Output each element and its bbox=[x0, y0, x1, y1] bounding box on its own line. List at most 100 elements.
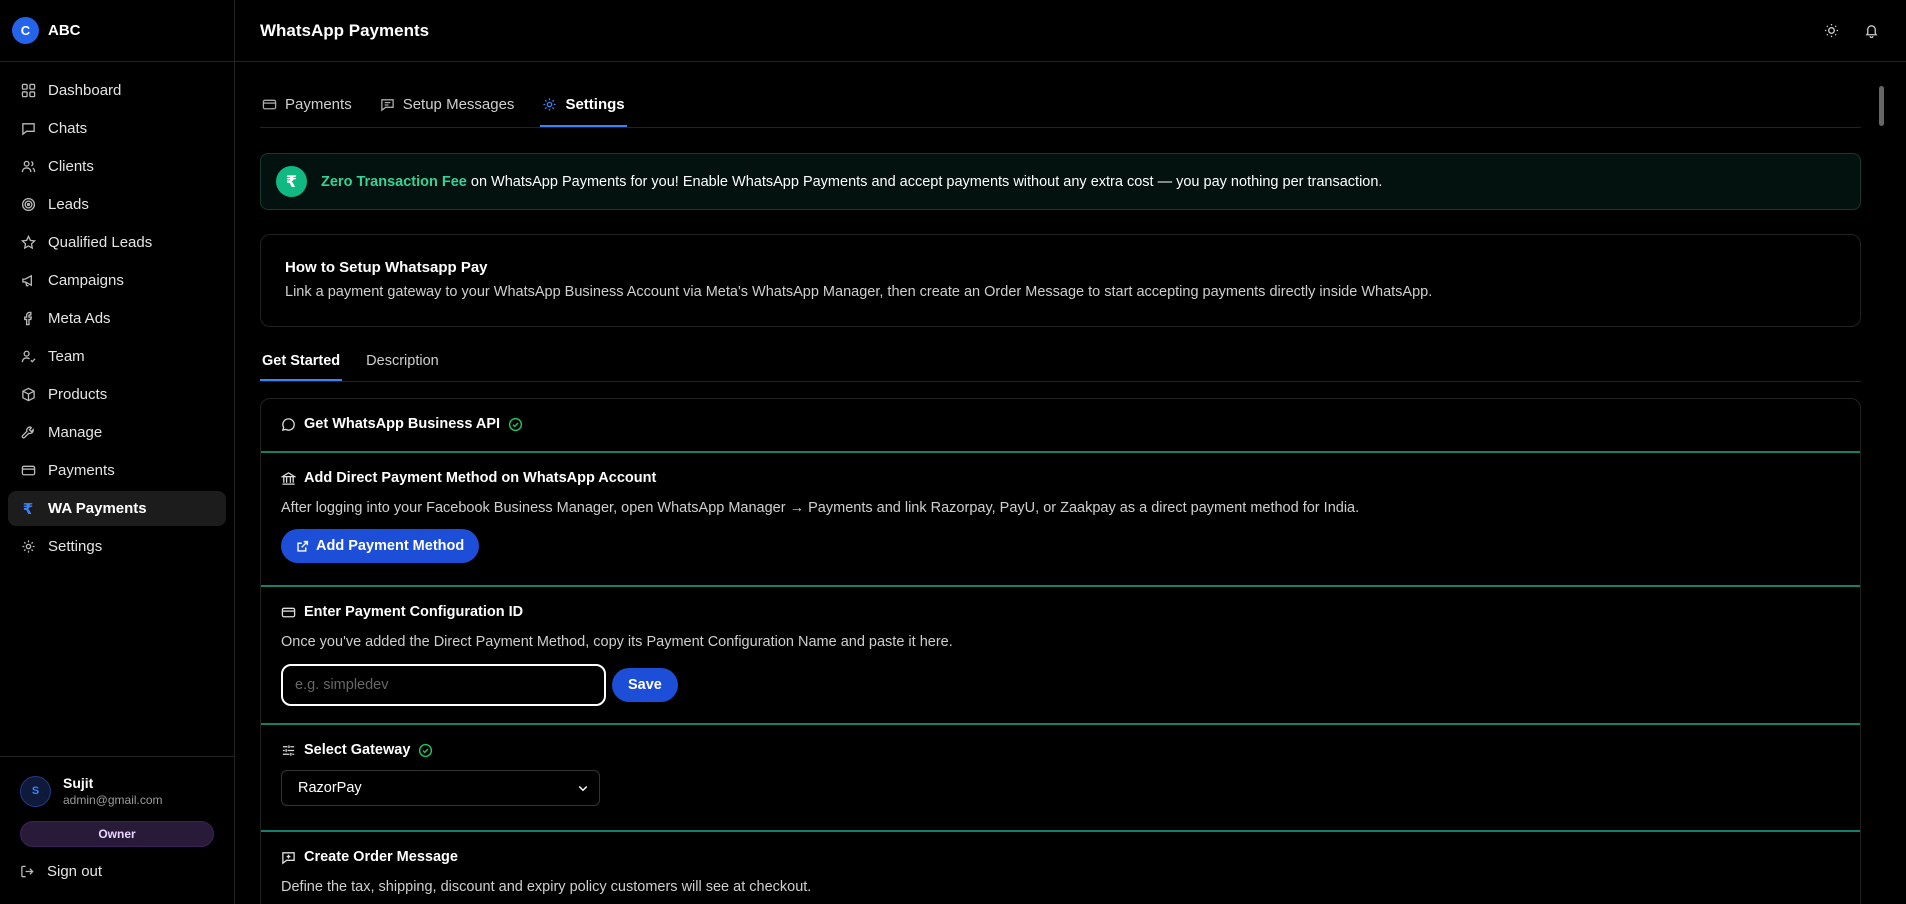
step-add-payment-method: Add Direct Payment Method on WhatsApp Ac… bbox=[261, 453, 1860, 587]
gear-icon bbox=[20, 539, 36, 555]
tab-label: Payments bbox=[285, 96, 352, 113]
step-business-api: Get WhatsApp Business API bbox=[261, 399, 1860, 453]
sidebar-item-team[interactable]: Team bbox=[8, 339, 226, 374]
facebook-icon bbox=[20, 311, 36, 327]
sidebar-item-leads[interactable]: Leads bbox=[8, 187, 226, 222]
brand-name: ABC bbox=[48, 22, 81, 39]
users-icon bbox=[20, 159, 36, 175]
sub-tabs: Get Started Description bbox=[260, 353, 1861, 382]
save-button[interactable]: Save bbox=[612, 668, 678, 702]
scrollbar-thumb[interactable] bbox=[1879, 86, 1884, 126]
tab-payments[interactable]: Payments bbox=[260, 96, 354, 127]
message-icon bbox=[380, 97, 395, 112]
sidebar-item-meta-ads[interactable]: Meta Ads bbox=[8, 301, 226, 336]
tab-settings[interactable]: Settings bbox=[540, 96, 627, 127]
sidebar-item-dashboard[interactable]: Dashboard bbox=[8, 73, 226, 108]
setup-steps: Get WhatsApp Business API Add Direct Pay… bbox=[260, 398, 1861, 904]
howto-card: How to Setup Whatsapp Pay Link a payment… bbox=[260, 234, 1861, 327]
sidebar-item-label: Leads bbox=[48, 196, 89, 213]
gear-icon bbox=[542, 97, 557, 112]
input-placeholder: e.g. simpledev bbox=[295, 677, 389, 693]
sidebar-nav: Dashboard Chats Clients Leads Qualified … bbox=[0, 62, 234, 564]
sidebar-item-products[interactable]: Products bbox=[8, 377, 226, 412]
main-area: WhatsApp Payments Payments Setup Message… bbox=[235, 0, 1906, 904]
check-circle-icon bbox=[508, 417, 523, 432]
content: Payments Setup Messages Settings ₹ Zero … bbox=[235, 62, 1883, 904]
tab-get-started[interactable]: Get Started bbox=[260, 353, 343, 381]
chevron-down-icon bbox=[577, 782, 589, 794]
top-tabs: Payments Setup Messages Settings bbox=[260, 62, 1861, 128]
user-profile[interactable]: S Sujit admin@gmail.com bbox=[20, 775, 214, 807]
user-name: Sujit bbox=[63, 775, 94, 791]
sidebar-item-label: Manage bbox=[48, 424, 103, 441]
sidebar-item-settings[interactable]: Settings bbox=[8, 529, 226, 564]
sliders-icon bbox=[281, 743, 296, 758]
theme-toggle-sun-icon[interactable] bbox=[1821, 21, 1841, 41]
sidebar-item-manage[interactable]: Manage bbox=[8, 415, 226, 450]
notification-bell-icon[interactable] bbox=[1861, 21, 1881, 41]
chat-bubble-icon bbox=[281, 417, 296, 432]
tab-label: Settings bbox=[565, 96, 625, 113]
message-plus-icon bbox=[281, 850, 296, 865]
gateway-selected: RazorPay bbox=[298, 780, 362, 796]
sidebar-item-label: Clients bbox=[48, 158, 94, 175]
role-badge: Owner bbox=[20, 821, 214, 847]
sidebar-item-label: Dashboard bbox=[48, 82, 122, 99]
step-description: Define the tax, shipping, discount and e… bbox=[281, 879, 812, 895]
external-link-icon bbox=[296, 540, 309, 553]
sidebar-item-qualified-leads[interactable]: Qualified Leads bbox=[8, 225, 226, 260]
sidebar-item-wa-payments[interactable]: ₹ WA Payments bbox=[8, 491, 226, 526]
sidebar-item-campaigns[interactable]: Campaigns bbox=[8, 263, 226, 298]
step-payment-config-id: Enter Payment Configuration ID Once you'… bbox=[261, 587, 1860, 725]
sidebar-item-clients[interactable]: Clients bbox=[8, 149, 226, 184]
sidebar-item-label: Campaigns bbox=[48, 272, 124, 289]
logout-icon bbox=[20, 864, 35, 879]
target-icon bbox=[20, 197, 36, 213]
gateway-select[interactable]: RazorPay bbox=[281, 770, 600, 806]
step-title: Select Gateway bbox=[304, 742, 411, 758]
tab-setup-messages[interactable]: Setup Messages bbox=[378, 96, 517, 127]
banner-message: on WhatsApp Payments for you! Enable Wha… bbox=[466, 173, 1383, 190]
step-select-gateway: Select Gateway RazorPay bbox=[261, 725, 1860, 832]
sidebar-item-label: WA Payments bbox=[48, 500, 147, 517]
sidebar-footer: S Sujit admin@gmail.com Owner Sign out bbox=[0, 756, 234, 904]
sidebar-item-label: Team bbox=[48, 348, 85, 365]
brand[interactable]: C ABC bbox=[0, 0, 234, 62]
sidebar-item-label: Products bbox=[48, 386, 108, 403]
tab-description[interactable]: Description bbox=[364, 353, 441, 381]
sign-out-button[interactable]: Sign out bbox=[20, 863, 214, 880]
step-title: Get WhatsApp Business API bbox=[304, 416, 501, 432]
add-payment-method-button[interactable]: Add Payment Method bbox=[281, 529, 480, 563]
sidebar-item-label: Qualified Leads bbox=[48, 234, 153, 251]
megaphone-icon bbox=[20, 273, 36, 289]
banner-text: Zero Transaction Fee on WhatsApp Payment… bbox=[321, 174, 1382, 190]
step-title: Enter Payment Configuration ID bbox=[304, 604, 524, 620]
page-title: WhatsApp Payments bbox=[260, 20, 430, 40]
step-description: Once you've added the Direct Payment Met… bbox=[281, 634, 953, 650]
wrench-icon bbox=[20, 425, 36, 441]
team-icon bbox=[20, 349, 36, 365]
topbar: WhatsApp Payments bbox=[235, 0, 1906, 62]
brand-logo: C bbox=[12, 17, 39, 44]
payment-config-input[interactable]: e.g. simpledev bbox=[281, 664, 606, 706]
check-circle-icon bbox=[418, 743, 433, 758]
step-create-order-message: Create Order Message Define the tax, shi… bbox=[261, 832, 1860, 904]
step-title: Create Order Message bbox=[304, 849, 458, 865]
sidebar-item-chats[interactable]: Chats bbox=[8, 111, 226, 146]
sidebar-item-label: Settings bbox=[48, 538, 103, 555]
sidebar-item-payments[interactable]: Payments bbox=[8, 453, 226, 488]
chat-icon bbox=[20, 121, 36, 137]
avatar: S bbox=[20, 775, 51, 807]
sign-out-label: Sign out bbox=[47, 863, 103, 880]
sidebar-item-label: Payments bbox=[48, 462, 115, 479]
step-title: Add Direct Payment Method on WhatsApp Ac… bbox=[304, 470, 657, 486]
card-icon bbox=[281, 605, 296, 620]
rupee-icon: ₹ bbox=[276, 166, 307, 197]
step-description: After logging into your Facebook Busines… bbox=[281, 500, 1360, 516]
rupee-icon: ₹ bbox=[22, 500, 34, 518]
user-email: admin@gmail.com bbox=[63, 793, 163, 807]
card-icon bbox=[262, 97, 277, 112]
dashboard-icon bbox=[20, 83, 36, 99]
card-icon bbox=[20, 463, 36, 479]
sidebar-item-label: Meta Ads bbox=[48, 310, 111, 327]
